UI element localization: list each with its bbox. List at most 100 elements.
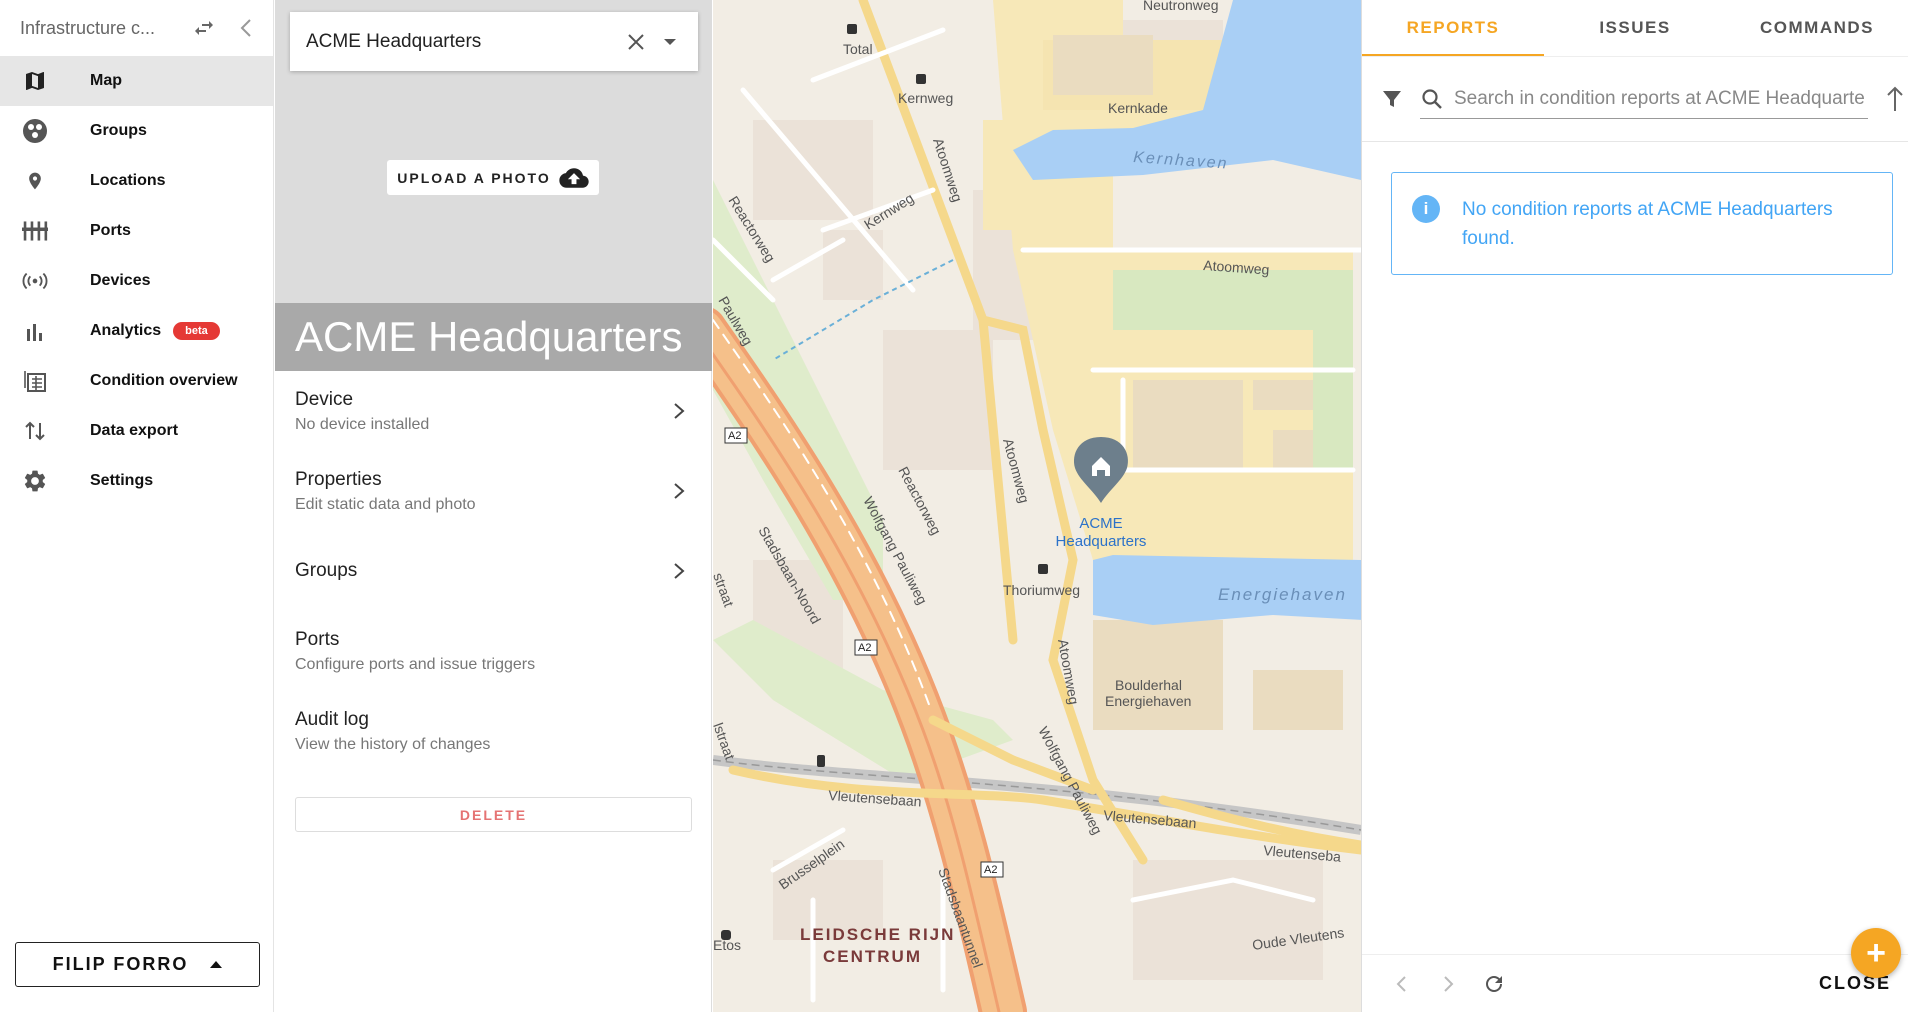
data-export-icon <box>22 418 48 444</box>
marker-label: Headquarters <box>1056 533 1147 550</box>
shop-icon <box>721 930 731 940</box>
chevron-left-icon[interactable] <box>238 16 254 40</box>
marker-label: ACME <box>1079 515 1122 532</box>
menu-item-audit-log[interactable]: Audit log View the history of changes <box>275 691 712 771</box>
chevron-right-icon <box>674 403 685 419</box>
user-name: FILIP FORRO <box>52 954 189 974</box>
dropdown-arrow-icon[interactable] <box>664 38 676 45</box>
sort-arrow-up-icon[interactable] <box>1886 85 1904 113</box>
beta-badge: beta <box>173 322 220 340</box>
map-label: Kernweg <box>898 90 953 106</box>
sidebar-item-data-export[interactable]: Data export <box>0 406 273 456</box>
sidebar-item-label: Settings <box>90 472 154 489</box>
delete-button[interactable]: DELETE <box>295 797 692 832</box>
map-label: CENTRUM <box>823 947 922 966</box>
tab-issues[interactable]: ISSUES <box>1544 0 1726 56</box>
search-field[interactable] <box>1420 79 1868 119</box>
plus-icon: + <box>1866 934 1886 972</box>
chevron-right-icon <box>674 483 685 499</box>
empty-state-alert: i No condition reports at ACME Headquart… <box>1391 172 1893 275</box>
map-label: Boulderhal <box>1115 677 1182 693</box>
menu-item-subtitle: View the history of changes <box>295 735 491 753</box>
upload-photo-button[interactable]: UPLOAD A PHOTO <box>387 160 599 195</box>
chevron-left-icon[interactable] <box>1390 972 1414 996</box>
sidebar-item-label: Groups <box>90 122 147 139</box>
refresh-icon[interactable] <box>1482 972 1506 996</box>
menu-item-groups[interactable]: Groups <box>275 531 712 611</box>
filter-icon[interactable] <box>1380 87 1404 111</box>
menu-item-properties[interactable]: Properties Edit static data and photo <box>275 451 712 531</box>
train-station-icon <box>817 755 825 767</box>
tab-bar: REPORTS ISSUES COMMANDS <box>1362 0 1908 57</box>
search-icon <box>1422 88 1442 109</box>
map-label: Total <box>843 41 873 57</box>
analytics-icon <box>22 318 48 344</box>
org-header: Infrastructure c... <box>0 0 273 56</box>
cloud-upload-icon <box>559 167 589 188</box>
map-label: Kernkade <box>1108 100 1168 116</box>
devices-icon <box>22 268 48 294</box>
map-label: Energiehaven <box>1105 693 1191 709</box>
map-label: A2 <box>728 430 741 442</box>
empty-state-message: No condition reports at ACME Headquarter… <box>1462 199 1833 249</box>
condition-overview-icon <box>22 368 48 394</box>
location-select-value: ACME Headquarters <box>306 30 482 52</box>
tab-commands[interactable]: COMMANDS <box>1726 0 1908 56</box>
menu-item-title: Groups <box>295 560 358 581</box>
menu-item-title: Audit log <box>295 708 369 730</box>
menu-item-title: Ports <box>295 628 340 650</box>
map-label: Energiehaven <box>1218 585 1347 604</box>
fuel-icon <box>847 24 857 34</box>
bus-stop-icon <box>1038 564 1048 574</box>
swap-icon[interactable] <box>192 16 216 40</box>
location-select[interactable]: ACME Headquarters <box>290 12 698 71</box>
search-input[interactable] <box>1454 87 1864 110</box>
sidebar-item-devices[interactable]: Devices <box>0 256 273 306</box>
info-icon: i <box>1412 195 1440 223</box>
location-panel: ACME Headquarters UPLOAD A PHOTO ACME He… <box>275 0 712 1012</box>
sidebar-item-label: Devices <box>90 272 151 289</box>
close-icon[interactable] <box>624 30 648 54</box>
location-pin-icon <box>22 168 48 194</box>
sidebar-item-locations[interactable]: Locations <box>0 156 273 206</box>
photo-area: ACME Headquarters UPLOAD A PHOTO <box>275 0 712 303</box>
sidebar-item-label: Data export <box>90 422 179 439</box>
menu-item-subtitle: Edit static data and photo <box>295 495 476 513</box>
sidebar-item-label: Analytics <box>90 322 162 339</box>
groups-icon <box>22 118 48 144</box>
sidebar-item-label: Condition overview <box>90 372 238 389</box>
map-label: Neutronweg <box>1143 0 1219 13</box>
chevron-right-icon <box>674 563 685 579</box>
sidebar-item-label: Locations <box>90 172 166 189</box>
location-title: ACME Headquarters <box>275 303 712 371</box>
map-canvas[interactable]: Total Kernweg Kernkade Neutronweg Kernha… <box>713 0 1361 1012</box>
sidebar-item-groups[interactable]: Groups <box>0 106 273 156</box>
ports-icon <box>22 218 48 244</box>
caret-up-icon <box>210 961 223 968</box>
map-label: Thoriumweg <box>1003 582 1080 598</box>
map-view[interactable]: Total Kernweg Kernkade Neutronweg Kernha… <box>713 0 1361 1012</box>
tab-reports[interactable]: REPORTS <box>1362 0 1544 56</box>
search-row <box>1362 57 1908 142</box>
sidebar-item-label: Map <box>90 72 122 89</box>
map-label: A2 <box>858 642 871 654</box>
menu-item-device[interactable]: Device No device installed <box>275 371 712 451</box>
chevron-right-icon[interactable] <box>1436 972 1460 996</box>
sidebar-item-analytics[interactable]: Analytics beta <box>0 306 273 356</box>
sidebar-item-condition-overview[interactable]: Condition overview <box>0 356 273 406</box>
panel-footer: CLOSE <box>1362 954 1908 1012</box>
sidebar-item-ports[interactable]: Ports <box>0 206 273 256</box>
gear-icon <box>22 468 48 494</box>
reports-panel: REPORTS ISSUES COMMANDS i No condition r… <box>1361 0 1908 1012</box>
upload-photo-label: UPLOAD A PHOTO <box>397 169 551 186</box>
bus-stop-icon <box>916 74 926 84</box>
sidebar-nav: Infrastructure c... Map Groups Locations… <box>0 0 274 1012</box>
location-menu: Device No device installed Properties Edit… <box>275 371 712 771</box>
org-name[interactable]: Infrastructure c... <box>20 18 170 39</box>
sidebar-item-map[interactable]: Map <box>0 56 273 106</box>
menu-item-ports[interactable]: Ports Configure ports and issue triggers <box>275 611 712 691</box>
sidebar-item-settings[interactable]: Settings <box>0 456 273 506</box>
sidebar-item-label: Ports <box>90 222 131 239</box>
add-report-button[interactable]: + <box>1851 928 1901 978</box>
user-menu-button[interactable]: FILIP FORRO <box>15 942 260 987</box>
